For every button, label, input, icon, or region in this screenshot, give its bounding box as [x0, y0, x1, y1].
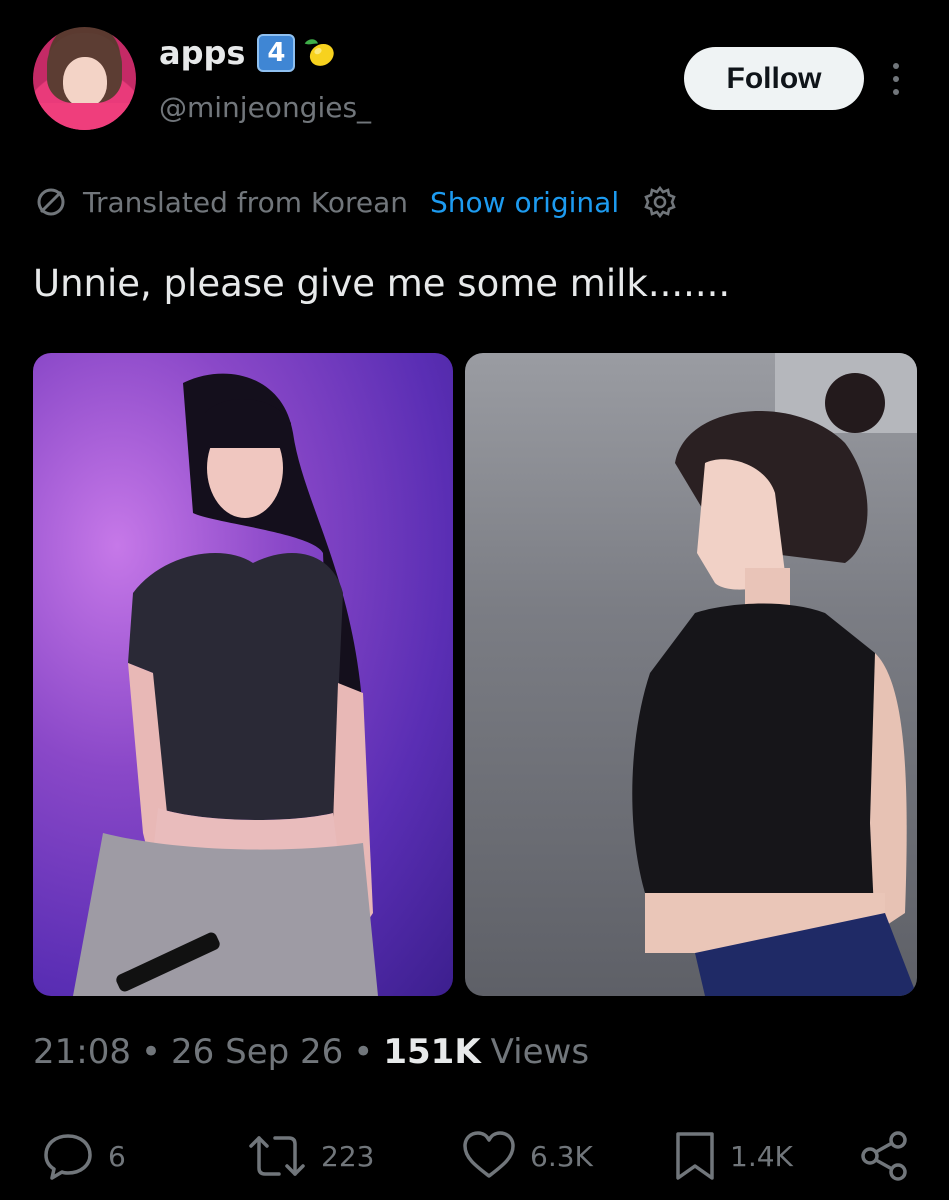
gear-icon[interactable] — [641, 183, 679, 221]
share-icon — [861, 1131, 907, 1181]
repost-count: 223 — [321, 1139, 375, 1173]
reply-button[interactable]: 6 — [40, 1128, 126, 1184]
views-count: 151K — [383, 1032, 481, 1072]
author-name-row[interactable]: apps 4 — [159, 34, 337, 72]
tweet-time[interactable]: 21:08 — [33, 1032, 131, 1072]
avatar[interactable] — [33, 27, 136, 130]
bookmark-icon — [676, 1132, 714, 1180]
views-label: Views — [490, 1032, 590, 1072]
show-original-link[interactable]: Show original — [430, 186, 619, 219]
reply-icon — [44, 1134, 92, 1180]
photo-image-1[interactable] — [33, 353, 453, 996]
separator-dot: • — [140, 1032, 162, 1072]
share-button[interactable] — [856, 1128, 924, 1184]
translated-label: Translated from Korean — [83, 185, 408, 219]
tweet-date[interactable]: 26 Sep 26 — [171, 1032, 343, 1072]
follow-button[interactable]: Follow — [684, 47, 864, 110]
photo-illustration-right — [632, 353, 917, 996]
action-bar: 6 223 6.3K 1.4K — [0, 1120, 949, 1190]
reply-count: 6 — [108, 1139, 126, 1173]
avatar-face — [63, 57, 107, 107]
number-badge: 4 — [257, 34, 296, 72]
like-count: 6.3K — [530, 1139, 593, 1173]
author-handle[interactable]: @minjeongies_ — [159, 91, 371, 124]
tweet-meta: 21:08 • 26 Sep 26 • 151K Views — [33, 1032, 589, 1072]
tweet-text: Unnie, please give me some milk....... — [33, 262, 731, 305]
more-vertical-icon[interactable] — [884, 56, 908, 102]
bookmark-count: 1.4K — [730, 1139, 793, 1173]
heart-icon — [463, 1131, 515, 1178]
translate-icon — [37, 188, 65, 216]
repost-button[interactable]: 223 — [245, 1128, 374, 1184]
bookmark-button[interactable]: 1.4K — [672, 1128, 793, 1184]
translation-row: Translated from Korean Show original — [33, 183, 679, 221]
display-name[interactable]: apps — [159, 34, 245, 72]
lemon-icon — [305, 39, 335, 66]
avatar-shirt — [33, 103, 136, 130]
separator-dot: • — [353, 1032, 374, 1072]
repost-icon — [249, 1136, 305, 1176]
photo-illustration-left — [73, 373, 378, 996]
photo-image-2[interactable] — [465, 353, 917, 996]
like-button[interactable]: 6.3K — [460, 1128, 593, 1184]
